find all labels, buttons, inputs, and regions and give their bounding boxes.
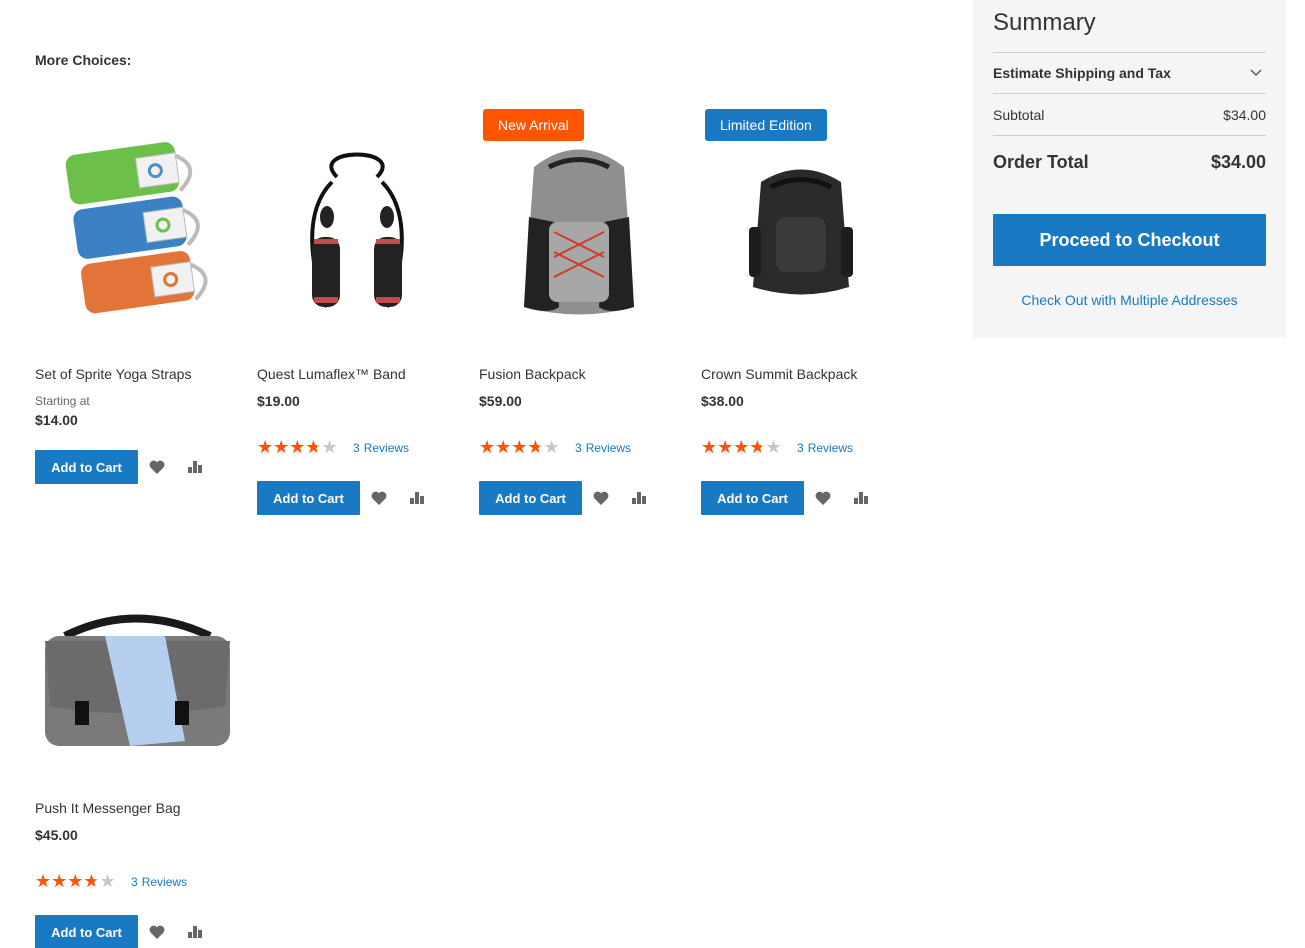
product-name-link[interactable]: Set of Sprite Yoga Straps <box>35 364 235 384</box>
product-image-yoga-straps[interactable] <box>35 107 235 347</box>
rating-summary: ★★★★★★★★★★ 3Reviews <box>701 439 901 457</box>
rating-stars: ★★★★★★★★★★ <box>479 439 560 457</box>
reviews-link[interactable]: 3 Reviews <box>797 441 853 455</box>
new-arrival-badge: New Arrival <box>483 109 584 141</box>
wishlist-icon[interactable] <box>138 450 176 484</box>
subtotal-value: $34.00 <box>1223 106 1266 123</box>
product-name-link[interactable]: Push It Messenger Bag <box>35 798 235 818</box>
reviews-link[interactable]: 3 Reviews <box>575 441 631 455</box>
order-total-value: $34.00 <box>1210 151 1266 172</box>
product-name-link[interactable]: Quest Lumaflex™ Band <box>257 364 457 384</box>
wishlist-icon[interactable] <box>582 481 620 515</box>
estimate-shipping-toggle[interactable]: Estimate Shipping and Tax <box>993 52 1266 94</box>
order-total-label: Order Total <box>993 151 1089 172</box>
wishlist-icon[interactable] <box>360 481 398 515</box>
summary-title: Summary <box>993 9 1096 36</box>
product-price: $59.00 <box>479 393 522 409</box>
subtotal-row: Subtotal $34.00 <box>993 94 1266 136</box>
add-to-cart-button[interactable]: Add to Cart <box>35 915 138 948</box>
compare-icon[interactable] <box>176 450 214 484</box>
chevron-down-icon <box>1250 64 1262 82</box>
product-name-link[interactable]: Fusion Backpack <box>479 364 679 384</box>
multiple-addresses-link[interactable]: Check Out with Multiple Addresses <box>993 292 1266 308</box>
add-to-cart-button[interactable]: Add to Cart <box>701 481 804 515</box>
compare-icon[interactable] <box>398 481 436 515</box>
product-card: Set of Sprite Yoga Straps Starting at $1… <box>35 107 235 484</box>
reviews-link[interactable]: 3 Reviews <box>131 875 187 889</box>
wishlist-icon[interactable] <box>138 915 176 948</box>
product-card: Limited Edition Crown Summit Backpack $3… <box>701 107 901 515</box>
product-image-fusion-backpack[interactable]: New Arrival <box>479 107 679 347</box>
more-choices-heading: More Choices: <box>35 52 132 68</box>
product-image-messenger-bag[interactable] <box>35 541 235 781</box>
wishlist-icon[interactable] <box>804 481 842 515</box>
rating-stars: ★★★★★★★★★★ <box>701 439 782 457</box>
product-price: $45.00 <box>35 827 78 843</box>
product-card: Push It Messenger Bag $45.00 ★★★★★★★★★★ … <box>35 541 235 948</box>
cart-summary: Summary Estimate Shipping and Tax Subtot… <box>973 0 1286 338</box>
add-to-cart-button[interactable]: Add to Cart <box>257 481 360 515</box>
product-price: $14.00 <box>35 412 78 428</box>
rating-stars: ★★★★★★★★★★ <box>35 873 116 891</box>
add-to-cart-button[interactable]: Add to Cart <box>479 481 582 515</box>
limited-edition-badge: Limited Edition <box>705 109 827 141</box>
proceed-to-checkout-button[interactable]: Proceed to Checkout <box>993 214 1266 266</box>
product-image-lumaflex-band[interactable] <box>257 107 457 347</box>
reviews-link[interactable]: 3 Reviews <box>353 441 409 455</box>
subtotal-label: Subtotal <box>993 106 1045 123</box>
rating-summary: ★★★★★★★★★★ 3Reviews <box>479 439 679 457</box>
order-total-row: Order Total $34.00 <box>993 136 1266 188</box>
product-price: $38.00 <box>701 393 744 409</box>
rating-stars: ★★★★★★★★★★ <box>257 439 338 457</box>
product-name-link[interactable]: Crown Summit Backpack <box>701 364 901 384</box>
product-card: Quest Lumaflex™ Band $19.00 ★★★★★★★★★★ 3… <box>257 107 457 515</box>
estimate-shipping-label: Estimate Shipping and Tax <box>993 65 1171 81</box>
rating-summary: ★★★★★★★★★★ 3Reviews <box>257 439 457 457</box>
product-price: $19.00 <box>257 393 300 409</box>
compare-icon[interactable] <box>620 481 658 515</box>
compare-icon[interactable] <box>842 481 880 515</box>
rating-summary: ★★★★★★★★★★ 3Reviews <box>35 873 235 891</box>
starting-at-label: Starting at <box>35 394 90 408</box>
product-image-crown-summit-backpack[interactable]: Limited Edition <box>701 107 901 347</box>
product-card: New Arrival Fusion Backpack $59.00 ★★★★★… <box>479 107 679 515</box>
add-to-cart-button[interactable]: Add to Cart <box>35 450 138 484</box>
compare-icon[interactable] <box>176 915 214 948</box>
